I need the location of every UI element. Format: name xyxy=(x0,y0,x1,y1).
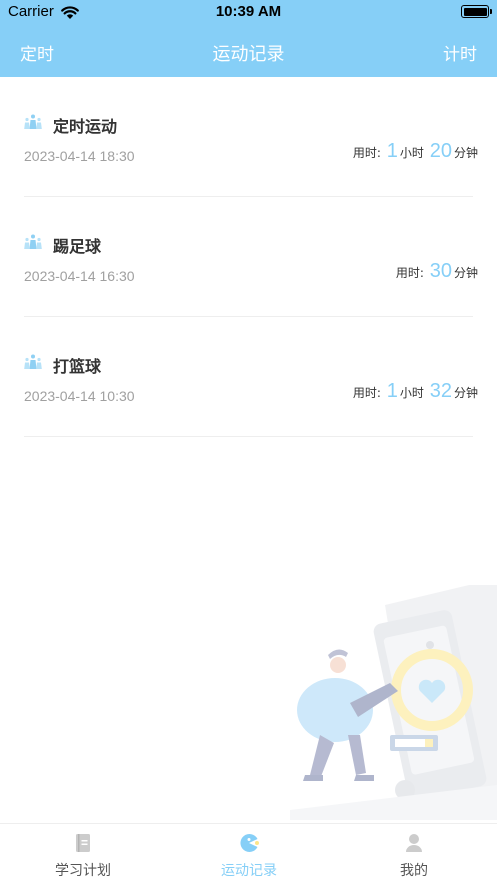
record-date: 2023-04-14 18:30 xyxy=(24,148,135,164)
status-time: 10:39 AM xyxy=(215,3,282,20)
hour-unit: 小时 xyxy=(399,146,424,160)
tab-label: 学习计划 xyxy=(55,863,111,879)
page-title: 运动记录 xyxy=(212,44,285,65)
pie-chart-icon xyxy=(240,834,259,852)
duration-label: 用时: xyxy=(395,266,424,280)
sport-icon xyxy=(24,354,42,369)
book-icon xyxy=(76,834,90,852)
tab-study-plan[interactable]: 学习计划 xyxy=(0,824,166,883)
duration-hours: 1 xyxy=(386,140,398,162)
nav-header: Carrier 10:39 AM 定时 运动记录 计时 xyxy=(0,0,497,77)
minute-unit: 分钟 xyxy=(453,266,478,280)
duration-hours: 1 xyxy=(386,380,398,402)
tab-me[interactable]: 我的 xyxy=(331,824,497,883)
tab-label: 运动记录 xyxy=(221,863,277,879)
duration-minutes: 30 xyxy=(429,260,452,282)
battery-icon xyxy=(461,5,492,18)
user-icon xyxy=(406,834,422,852)
duration-minutes: 20 xyxy=(429,140,452,162)
record-duration: 用时: 1 小时 20 分钟 xyxy=(353,140,478,163)
record-title: 踢足球 xyxy=(53,237,102,256)
record-list: 定时运动 2023-04-14 18:30 用时: 1 小时 20 分钟 踢足球 2… xyxy=(0,77,497,437)
duration-label: 用时: xyxy=(352,386,381,400)
minute-unit: 分钟 xyxy=(453,386,478,400)
list-item[interactable]: 定时运动 2023-04-14 18:30 用时: 1 小时 20 分钟 xyxy=(24,77,478,197)
hour-unit: 小时 xyxy=(399,386,424,400)
tab-bar: 学习计划 运动记录 我的 xyxy=(0,823,497,883)
list-item[interactable]: 踢足球 2023-04-14 16:30 用时: 30 分钟 xyxy=(24,197,478,317)
record-date: 2023-04-14 10:30 xyxy=(24,388,135,404)
tab-sport-records[interactable]: 运动记录 xyxy=(166,824,332,883)
sport-icon xyxy=(24,114,42,129)
record-title: 定时运动 xyxy=(53,117,118,136)
tab-label: 我的 xyxy=(400,863,428,879)
record-duration: 用时: 30 分钟 xyxy=(396,260,478,283)
duration-label: 用时: xyxy=(352,146,381,160)
record-date: 2023-04-14 16:30 xyxy=(24,268,135,284)
sport-icon xyxy=(24,234,42,249)
record-duration: 用时: 1 小时 32 分钟 xyxy=(353,380,478,403)
duration-minutes: 32 xyxy=(429,380,452,402)
status-bar: Carrier 10:39 AM xyxy=(0,0,497,26)
list-item[interactable]: 打篮球 2023-04-14 10:30 用时: 1 小时 32 分钟 xyxy=(24,317,478,437)
minute-unit: 分钟 xyxy=(453,146,478,160)
stopwatch-button[interactable]: 计时 xyxy=(443,40,477,65)
record-title: 打篮球 xyxy=(53,357,102,376)
empty-illustration xyxy=(290,585,497,820)
